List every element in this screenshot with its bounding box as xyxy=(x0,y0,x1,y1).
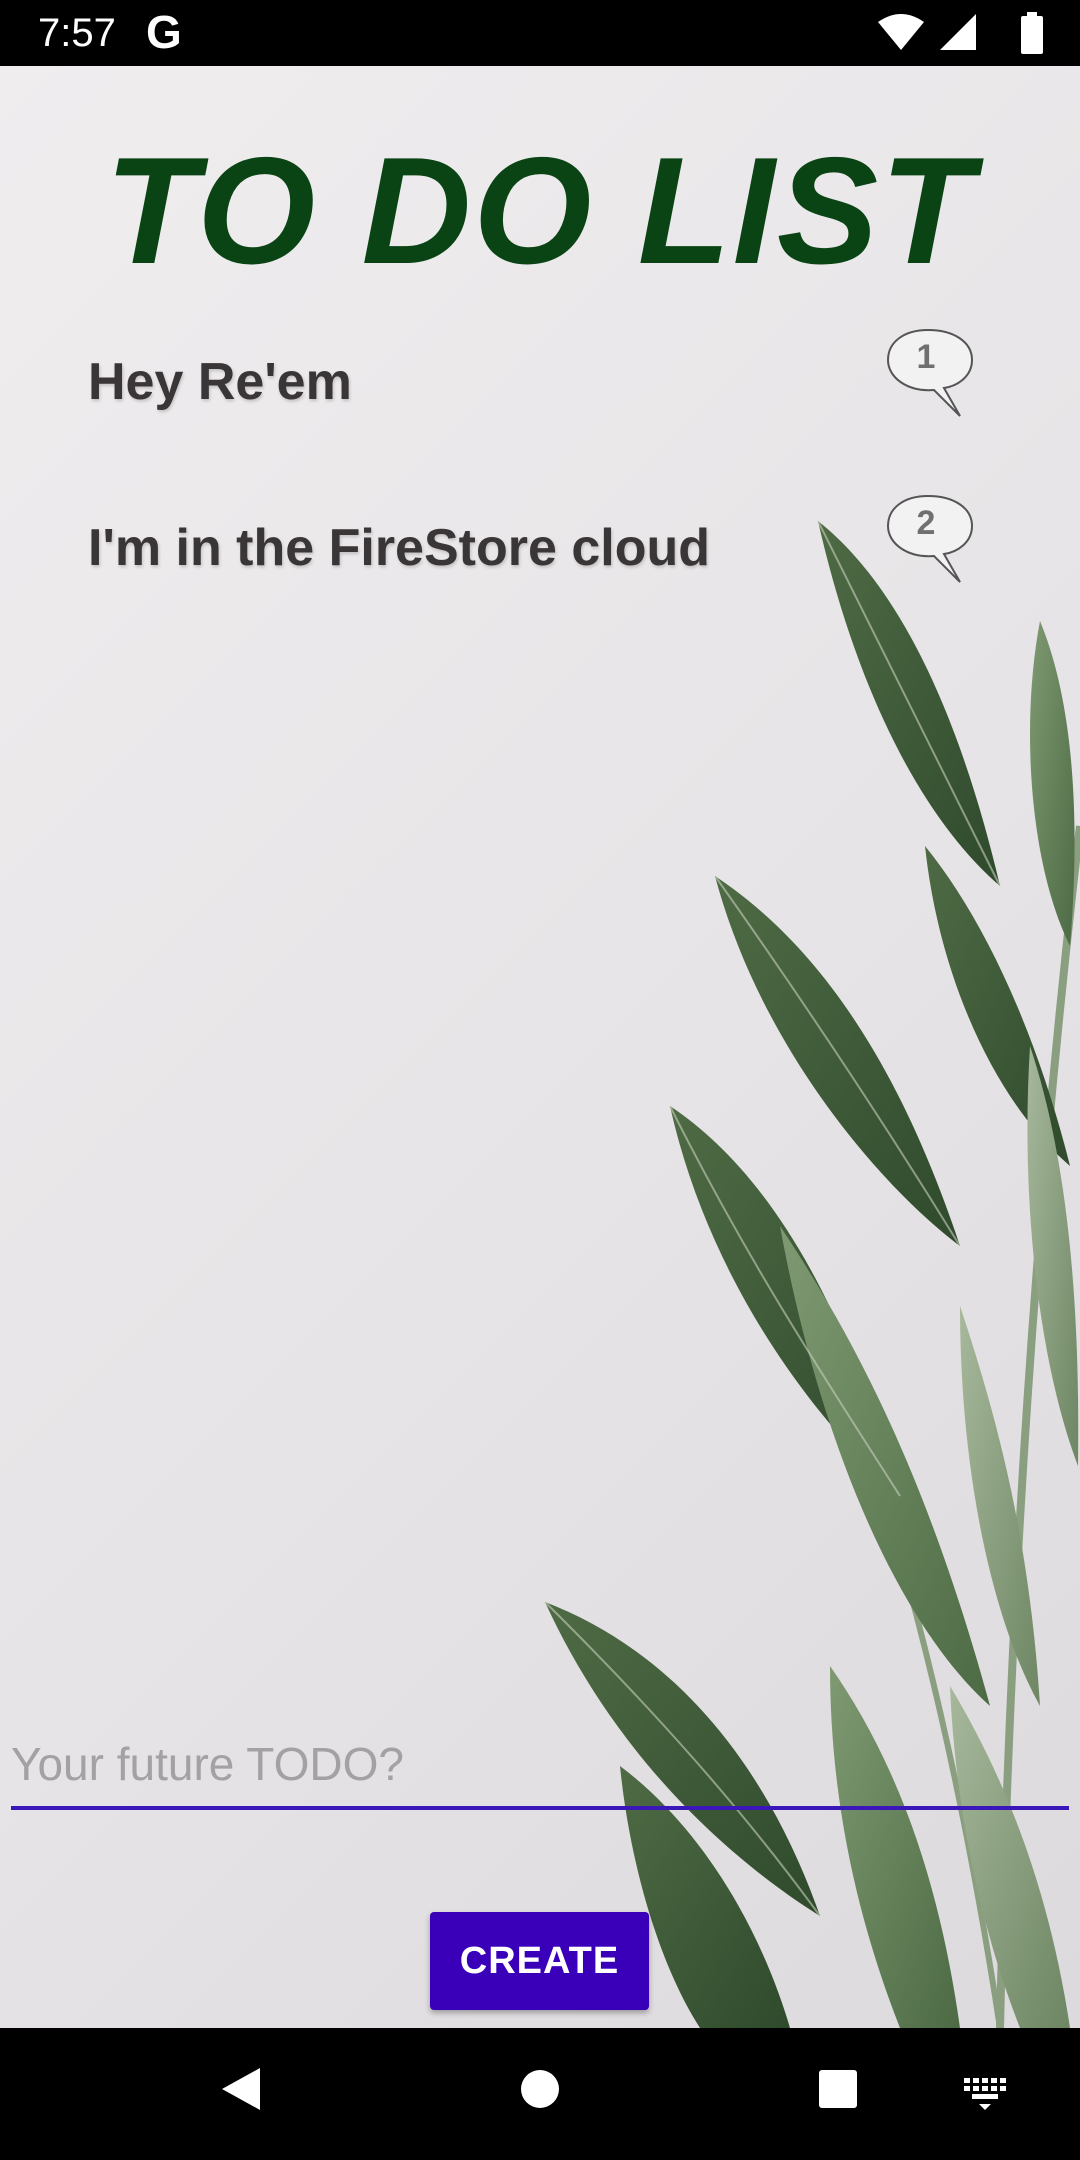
page-title: TO DO LIST xyxy=(104,126,976,296)
speech-bubble-icon: 2 xyxy=(882,492,978,592)
todo-input-container xyxy=(11,1722,1069,1812)
todo-item[interactable]: Hey Re'em 1 xyxy=(0,326,1080,446)
todo-text: Hey Re'em xyxy=(88,353,352,411)
home-icon[interactable] xyxy=(520,2064,560,2114)
battery-icon xyxy=(1021,12,1043,54)
todo-text: I'm in the FireStore cloud xyxy=(88,519,710,577)
navigation-bar xyxy=(0,2028,1080,2160)
keyboard-icon[interactable] xyxy=(962,2064,1008,2114)
wifi-icon xyxy=(878,14,924,50)
todo-input[interactable] xyxy=(11,1722,1069,1810)
recents-icon[interactable] xyxy=(818,2064,858,2114)
app-screen: TO DO LIST Hey Re'em 1 I'm in the FireSt… xyxy=(0,66,1080,2028)
speech-bubble-icon: 1 xyxy=(882,326,978,426)
status-bar: 7:57 G xyxy=(0,0,1080,66)
create-button[interactable]: CREATE xyxy=(430,1912,649,2010)
cell-signal-icon xyxy=(940,14,976,50)
todo-number: 2 xyxy=(916,504,936,542)
todo-item[interactable]: I'm in the FireStore cloud 2 xyxy=(0,492,1080,612)
todo-number: 1 xyxy=(916,338,936,376)
google-icon: G xyxy=(146,6,182,58)
back-icon[interactable] xyxy=(218,2064,264,2114)
status-time: 7:57 xyxy=(38,11,116,55)
